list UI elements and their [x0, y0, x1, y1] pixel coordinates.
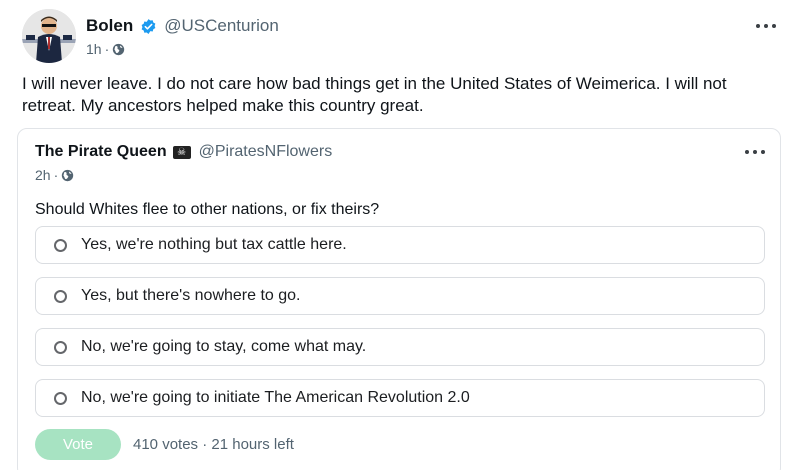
more-dot: [764, 24, 768, 28]
quoted-more-options-icon[interactable]: [745, 148, 765, 156]
vote-button[interactable]: Vote: [35, 429, 121, 460]
poll-footer: Vote 410 votes · 21 hours left: [35, 429, 294, 460]
poll-option-label: No, we're going to initiate The American…: [81, 389, 470, 406]
poll-option-label: Yes, we're nothing but tax cattle here.: [81, 236, 347, 253]
quoted-author-row: The Pirate Queen ☠ @PiratesNFlowers: [35, 141, 332, 163]
author-row: Bolen @USCenturion: [86, 15, 279, 37]
more-dot: [772, 24, 776, 28]
author-display-name[interactable]: Bolen: [86, 16, 133, 36]
avatar-image: [22, 9, 76, 63]
post-text: I will never leave. I do not care how ba…: [22, 74, 727, 115]
quoted-post-meta: 2h ·: [35, 166, 74, 184]
poll-option-label: No, we're going to stay, come what may.: [81, 338, 367, 355]
quoted-author-handle[interactable]: @PiratesNFlowers: [199, 143, 333, 161]
poll-stats: 410 votes · 21 hours left: [133, 436, 294, 453]
quoted-post[interactable]: The Pirate Queen ☠ @PiratesNFlowers 2h ·…: [17, 128, 781, 470]
meta-separator: ·: [104, 41, 110, 57]
more-options-icon[interactable]: [756, 22, 776, 30]
time-left: 21 hours left: [211, 436, 294, 453]
radio-button[interactable]: [54, 289, 67, 303]
poll-option[interactable]: Yes, we're nothing but tax cattle here.: [35, 226, 765, 264]
poll-option[interactable]: Yes, but there's nowhere to go.: [35, 277, 765, 315]
quoted-post-time[interactable]: 2h: [35, 167, 51, 183]
radio-button[interactable]: [54, 238, 67, 252]
radio-button[interactable]: [54, 391, 67, 405]
avatar[interactable]: [22, 9, 76, 63]
author-handle[interactable]: @USCenturion: [164, 16, 279, 36]
quoted-author-display-name[interactable]: The Pirate Queen: [35, 143, 167, 161]
vote-count: 410 votes: [133, 436, 199, 453]
poll-question: Should Whites flee to other nations, or …: [35, 201, 380, 218]
radio-button[interactable]: [54, 340, 67, 354]
post-meta: 1h ·: [86, 40, 125, 58]
post-card: Bolen @USCenturion 1h · I will never lea…: [0, 0, 791, 470]
more-dot: [756, 24, 760, 28]
poll-option[interactable]: No, we're going to initiate The American…: [35, 379, 765, 417]
poll-option-label: Yes, but there's nowhere to go.: [81, 287, 301, 304]
verified-badge-icon: [140, 18, 157, 35]
globe-icon: [112, 43, 125, 56]
more-dot: [761, 150, 765, 154]
more-dot: [753, 150, 757, 154]
poll-option[interactable]: No, we're going to stay, come what may.: [35, 328, 765, 366]
globe-icon: [61, 169, 74, 182]
meta-separator: ·: [53, 167, 59, 183]
more-dot: [745, 150, 749, 154]
post-time[interactable]: 1h: [86, 41, 102, 57]
meta-separator: ·: [202, 436, 208, 453]
pirate-flag-icon: ☠: [172, 145, 191, 159]
